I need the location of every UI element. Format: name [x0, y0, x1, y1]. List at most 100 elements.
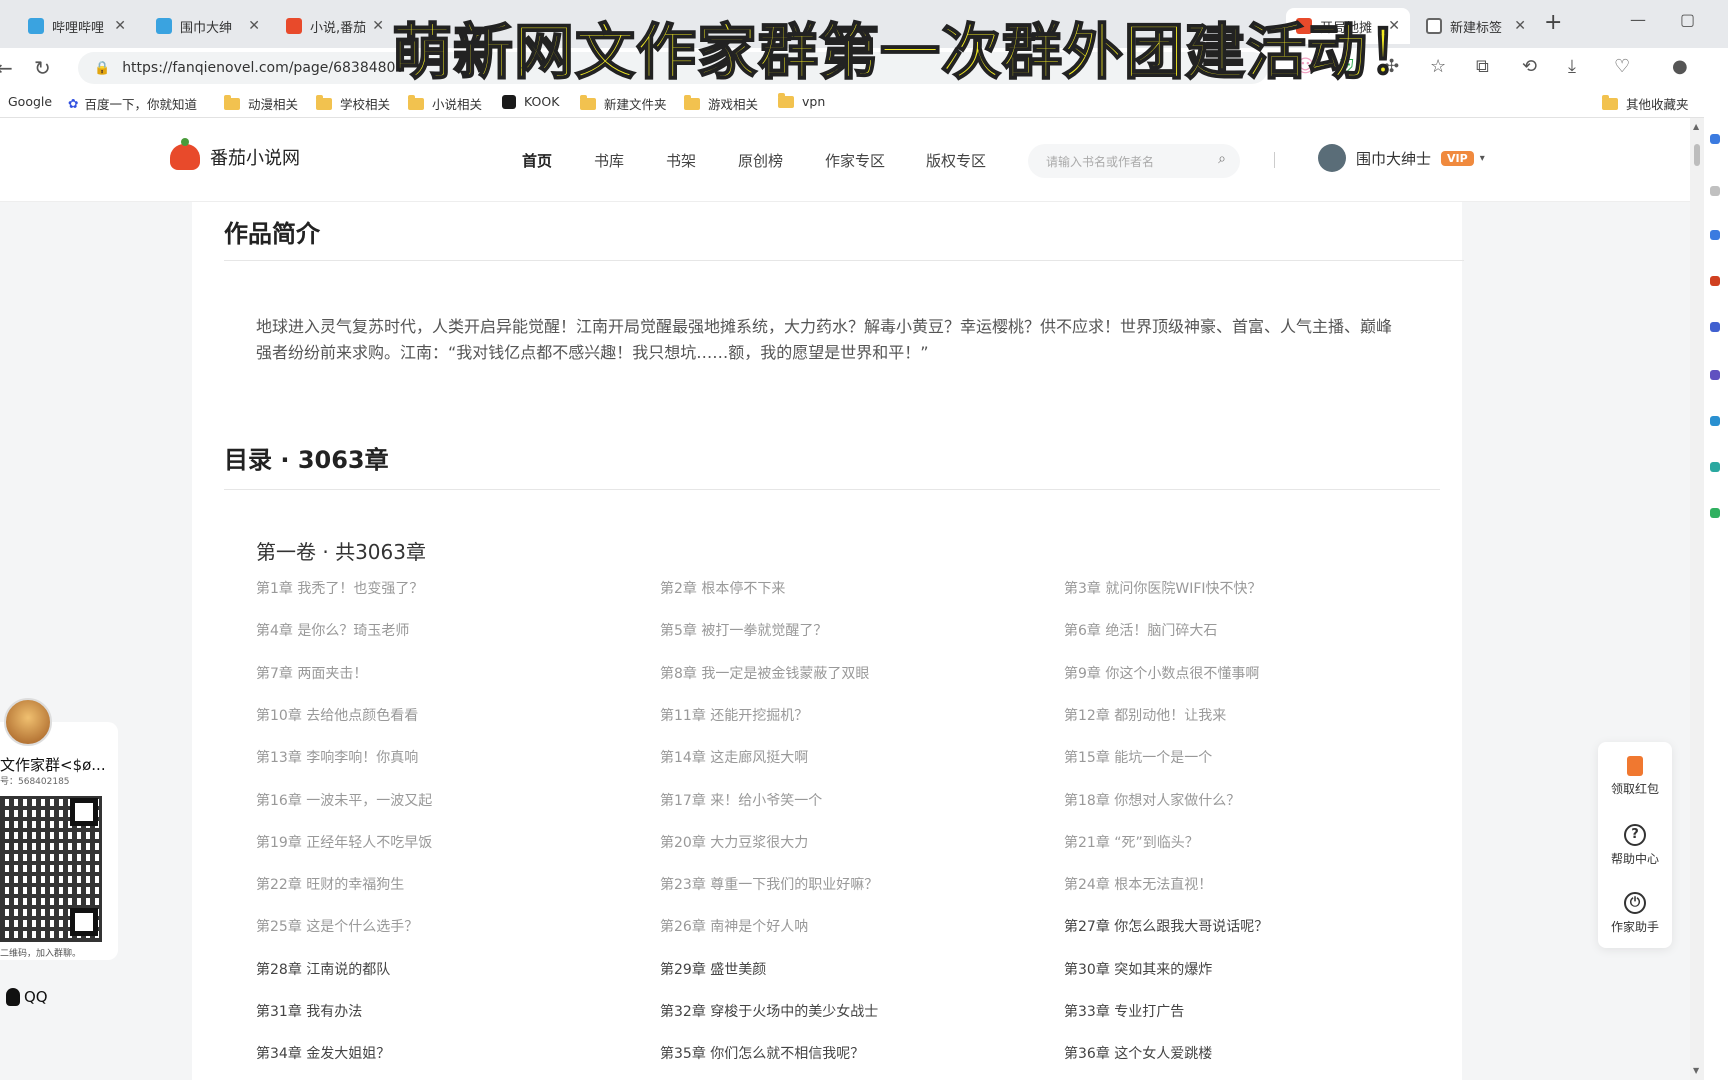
chapter-link[interactable]: 第20章 大力豆浆很大力: [660, 832, 808, 852]
chapter-link[interactable]: 第17章 来！给小爷笑一个: [660, 790, 822, 810]
chapter-link[interactable]: 第15章 能坑一个是一个: [1064, 747, 1212, 767]
sidebar-search-icon[interactable]: [1710, 134, 1720, 144]
nav-library[interactable]: 书库: [594, 150, 624, 171]
chapter-link[interactable]: 第23章 尊重一下我们的职业好嘛？: [660, 874, 878, 894]
bookmark-folder[interactable]: vpn: [778, 92, 825, 109]
sidebar-tool-icon[interactable]: [1710, 508, 1720, 518]
close-icon[interactable]: ✕: [1514, 18, 1526, 34]
download-icon[interactable]: ⤓: [1568, 56, 1576, 77]
chapter-link[interactable]: 第9章 你这个小数点很不懂事啊: [1064, 663, 1259, 683]
nav-bookshelf[interactable]: 书架: [666, 150, 696, 171]
qq-link[interactable]: QQ: [6, 988, 48, 1006]
chapter-link[interactable]: 第18章 你想对人家做什么？: [1064, 790, 1240, 810]
author-assistant-button[interactable]: ⏻ 作家助手: [1598, 892, 1672, 935]
chapter-link[interactable]: 第4章 是你么？琦玉老师: [256, 620, 409, 640]
chapter-link[interactable]: 第14章 这走廊风挺大啊: [660, 747, 808, 767]
chapter-link[interactable]: 第31章 我有办法: [256, 1001, 362, 1021]
sidebar-tool-icon[interactable]: [1710, 322, 1720, 332]
chapter-link[interactable]: 第12章 都别动他！让我来: [1064, 705, 1226, 725]
profile-icon[interactable]: ●: [1672, 56, 1688, 77]
bookmark-baidu[interactable]: ✿ 百度一下，你就知道: [68, 94, 197, 113]
chapter-link[interactable]: 第27章 你怎么跟我大哥说话呢？: [1064, 916, 1268, 936]
performance-icon[interactable]: ♡: [1614, 56, 1630, 77]
minimize-icon[interactable]: —: [1630, 10, 1646, 29]
sidebar-tool-icon[interactable]: [1710, 462, 1720, 472]
search-input[interactable]: 请输入书名或作者名 ⌕: [1028, 144, 1240, 178]
chapter-link[interactable]: 第22章 旺财的幸福狗生: [256, 874, 404, 894]
close-icon[interactable]: ✕: [114, 18, 126, 34]
nav-author-zone[interactable]: 作家专区: [825, 150, 885, 171]
help-center-button[interactable]: ? 帮助中心: [1598, 824, 1672, 867]
chapter-link[interactable]: 第34章 金发大姐姐？: [256, 1043, 390, 1063]
bookmark-google[interactable]: Google: [8, 94, 52, 109]
divider: [224, 489, 1440, 490]
close-icon[interactable]: ✕: [372, 18, 384, 34]
chapter-link[interactable]: 第19章 正经年轻人不吃早饭: [256, 832, 432, 852]
collections-icon[interactable]: ⧉: [1476, 56, 1489, 77]
chapter-link[interactable]: 第8章 我一定是被金钱蒙蔽了双眼: [660, 663, 869, 683]
bookmark-other-favorites[interactable]: 其他收藏夹: [1602, 94, 1689, 113]
scroll-down-icon[interactable]: ▼: [1693, 1066, 1699, 1075]
chapter-link[interactable]: 第3章 就问你医院WIFI快不快？: [1064, 578, 1262, 598]
back-icon[interactable]: ←: [0, 56, 13, 80]
chapter-link[interactable]: 第10章 去给他点颜色看看: [256, 705, 418, 725]
intro-title: 作品简介: [224, 220, 320, 248]
chapter-link[interactable]: 第28章 江南说的都队: [256, 959, 390, 979]
sidebar-tool-icon[interactable]: [1710, 370, 1720, 380]
sidebar-tool-icon[interactable]: [1710, 230, 1720, 240]
folder-icon: [316, 94, 332, 110]
chapter-link[interactable]: 第2章 根本停不下来: [660, 578, 785, 598]
chapter-link[interactable]: 第5章 被打一拳就觉醒了？: [660, 620, 827, 640]
chapter-link[interactable]: 第1章 我秃了！也变强了？: [256, 578, 423, 598]
browser-tab[interactable]: 围巾大绅 ✕: [146, 8, 270, 44]
bookmark-kook[interactable]: KOOK: [502, 94, 559, 109]
chapter-link[interactable]: 第7章 两面夹击！: [256, 663, 367, 683]
qq-penguin-icon: [6, 988, 20, 1006]
search-icon[interactable]: ⌕: [1218, 151, 1226, 167]
bookmark-folder[interactable]: 游戏相关: [684, 94, 758, 113]
chapter-link[interactable]: 第30章 突如其来的爆炸: [1064, 959, 1212, 979]
history-icon[interactable]: ⟲: [1522, 56, 1537, 77]
page-scrollbar[interactable]: ▲ ▼: [1690, 118, 1704, 1080]
red-packet-icon: [1627, 756, 1643, 776]
bookmark-folder[interactable]: 动漫相关: [224, 94, 298, 113]
chapter-link[interactable]: 第26章 南神是个好人呐: [660, 916, 808, 936]
chapter-link[interactable]: 第16章 一波未平，一波又起: [256, 790, 432, 810]
sidebar-tool-icon[interactable]: [1710, 276, 1720, 286]
tomato-logo-icon: [170, 138, 200, 170]
bookmark-folder[interactable]: 新建文件夹: [580, 94, 667, 113]
bookmark-folder[interactable]: 学校相关: [316, 94, 390, 113]
avatar: [1318, 144, 1346, 172]
chapter-link[interactable]: 第25章 这是个什么选手？: [256, 916, 418, 936]
user-menu[interactable]: 围巾大绅士 VIP ▾: [1318, 144, 1485, 172]
nav-home[interactable]: 首页: [522, 150, 552, 171]
new-tab-button[interactable]: +: [1544, 10, 1562, 35]
red-packet-button[interactable]: 领取红包: [1598, 756, 1672, 797]
chapter-link[interactable]: 第35章 你们怎么就不相信我呢？: [660, 1043, 864, 1063]
close-icon[interactable]: ✕: [248, 18, 260, 34]
scroll-up-icon[interactable]: ▲: [1693, 122, 1699, 131]
bookmark-folder[interactable]: 小说相关: [408, 94, 482, 113]
sidebar-tool-icon[interactable]: [1710, 416, 1720, 426]
browser-tab[interactable]: 哔哩哔哩 ✕: [18, 8, 136, 44]
scroll-thumb[interactable]: [1694, 144, 1700, 166]
chapter-link[interactable]: 第36章 这个女人爱跳楼: [1064, 1043, 1212, 1063]
refresh-icon[interactable]: ↻: [34, 56, 51, 80]
bilibili-icon: [28, 18, 44, 34]
chapter-link[interactable]: 第11章 还能开挖掘机？: [660, 705, 808, 725]
chapter-link[interactable]: 第32章 穿梭于火场中的美少女战士: [660, 1001, 878, 1021]
chapter-link[interactable]: 第13章 李响李响！你真响: [256, 747, 418, 767]
browser-tab[interactable]: 小说,番茄 ✕: [276, 8, 394, 44]
chapter-link[interactable]: 第33章 专业打广告: [1064, 1001, 1184, 1021]
sidebar-tool-icon[interactable]: [1710, 186, 1720, 196]
nav-original-ranking[interactable]: 原创榜: [738, 150, 783, 171]
nav-copyright-zone[interactable]: 版权专区: [926, 150, 986, 171]
site-logo[interactable]: 番茄小说网: [170, 138, 300, 170]
favorites-icon[interactable]: ☆: [1430, 56, 1446, 77]
chapter-link[interactable]: 第24章 根本无法直视！: [1064, 874, 1212, 894]
chapter-link[interactable]: 第29章 盛世美颜: [660, 959, 766, 979]
browser-tab[interactable]: 新建标签 ✕: [1416, 8, 1536, 44]
chapter-link[interactable]: 第21章 “死”到临头？: [1064, 832, 1199, 852]
chapter-link[interactable]: 第6章 绝活！脑门碎大石: [1064, 620, 1217, 640]
maximize-icon[interactable]: ▢: [1680, 10, 1695, 29]
